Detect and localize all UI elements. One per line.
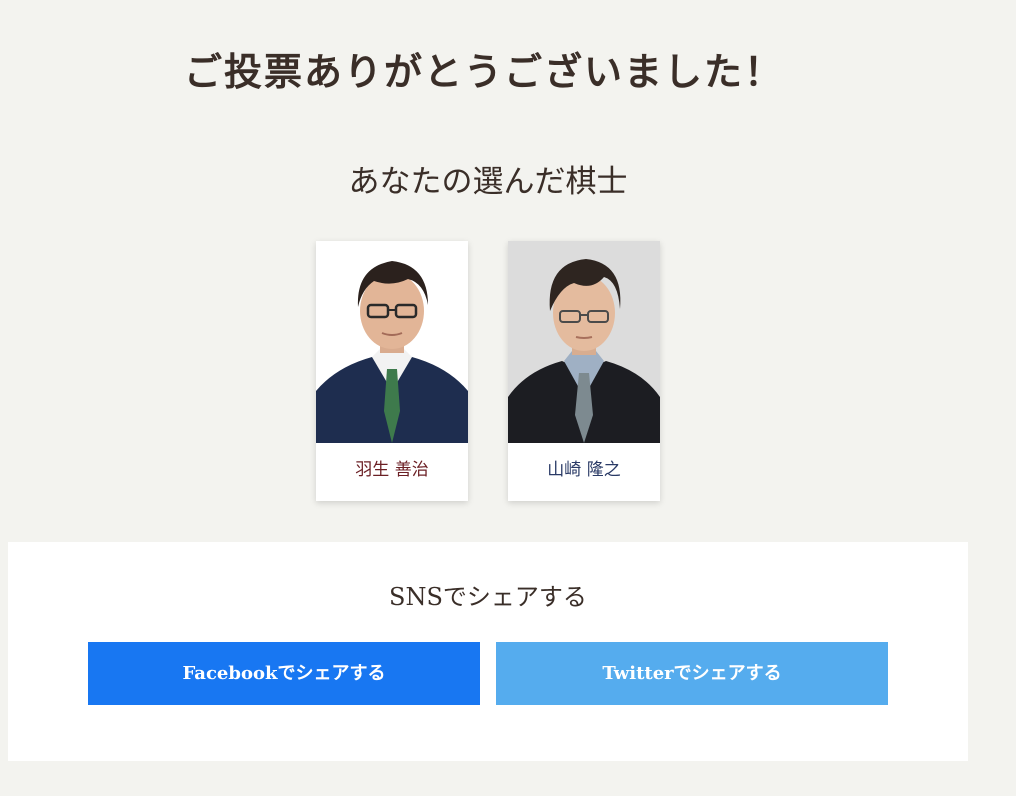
share-panel: SNSでシェアする Facebookでシェアする Twitterでシェアする — [8, 542, 968, 761]
twitter-share-button[interactable]: Twitterでシェアする — [496, 642, 888, 705]
player-photo — [316, 241, 468, 443]
selected-players-heading: あなたの選んだ棋士 — [348, 164, 628, 200]
player-card: 山崎 隆之 — [508, 241, 660, 501]
player-name: 羽生 善治 — [355, 460, 429, 480]
player-name: 山崎 隆之 — [547, 460, 621, 480]
player-photo — [508, 241, 660, 443]
share-heading: SNSでシェアする — [389, 583, 587, 611]
player-card: 羽生 善治 — [316, 241, 468, 501]
page-title: ご投票ありがとうございました！ — [183, 49, 784, 94]
facebook-share-button[interactable]: Facebookでシェアする — [88, 642, 480, 705]
